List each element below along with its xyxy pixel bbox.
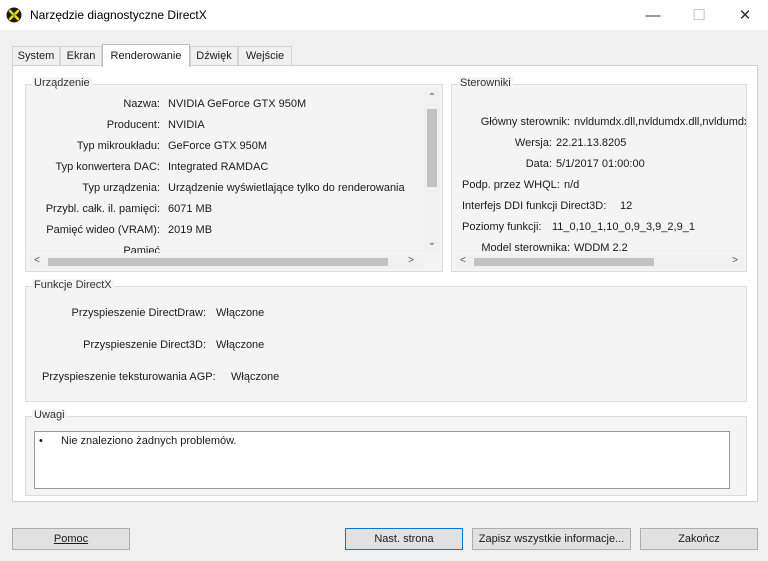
- driver-version-value: 22.21.13.8205: [556, 137, 627, 149]
- maximize-button[interactable]: ☐: [676, 0, 722, 30]
- notes-group-label: Uwagi: [32, 409, 67, 421]
- device-vertical-scrollbar[interactable]: ⌃ ⌄: [424, 91, 440, 253]
- scroll-right-icon[interactable]: >: [728, 255, 742, 266]
- help-button[interactable]: Pomoc: [12, 528, 130, 550]
- driver-model-value: WDDM 2.2: [574, 242, 628, 253]
- drivers-group-label: Sterowniki: [458, 77, 513, 89]
- tab-system[interactable]: System: [12, 46, 60, 65]
- tab-render[interactable]: Renderowanie: [102, 44, 190, 67]
- maximize-icon: ☐: [692, 7, 706, 24]
- device-name-value: NVIDIA GeForce GTX 950M: [168, 98, 307, 110]
- main-driver-label: Główny sterownik:: [480, 116, 570, 128]
- minimize-button[interactable]: —: [630, 0, 676, 30]
- ddi-label: Interfejs DDI funkcji Direct3D:: [462, 200, 607, 212]
- device-type-value: Urządzenie wyświetlające tylko do render…: [168, 182, 405, 194]
- dac-type-value: Integrated RAMDAC: [168, 161, 269, 173]
- whql-label: Podp. przez WHQL:: [462, 179, 560, 191]
- driver-version-label: Wersja:: [514, 137, 552, 149]
- scroll-left-icon[interactable]: <: [456, 255, 470, 266]
- dac-type-label: Typ konwertera DAC:: [55, 161, 160, 173]
- title-bar: Narzędzie diagnostyczne DirectX — ☐ ✕: [0, 0, 768, 30]
- save-all-info-button[interactable]: Zapisz wszystkie informacje...: [472, 528, 631, 550]
- ddi-value: 12: [620, 200, 633, 212]
- device-horizontal-scrollbar[interactable]: < >: [30, 255, 424, 269]
- close-icon: ✕: [738, 7, 752, 24]
- device-vertical-scroll-thumb[interactable]: [427, 109, 437, 187]
- notes-box[interactable]: • Nie znaleziono żadnych problemów.: [34, 431, 730, 489]
- tab-sound[interactable]: Dźwięk: [190, 46, 238, 65]
- feature-levels-value: 11_0,10_1,10_0,9_3,9_2,9_1: [552, 221, 695, 233]
- device-name-label: Nazwa:: [123, 98, 160, 110]
- driver-model-label: Model sterownika:: [481, 242, 570, 253]
- tab-input[interactable]: Wejście: [238, 46, 292, 65]
- device-group-label: Urządzenie: [32, 77, 92, 89]
- help-button-label: Pomoc: [53, 533, 89, 545]
- drivers-info-list: Główny sterownik: nvldumdx.dll,nvldumdx.…: [452, 91, 746, 253]
- directdraw-label: Przyspieszenie DirectDraw:: [71, 307, 206, 319]
- agp-label: Przyspieszenie teksturowania AGP:: [42, 371, 216, 383]
- total-memory-value: 6071 MB: [168, 203, 213, 215]
- exit-button-label: Zakończ: [678, 533, 720, 545]
- notes-item: Nie znaleziono żadnych problemów.: [61, 435, 237, 447]
- manufacturer-label: Producent:: [106, 119, 160, 131]
- chip-type-value: GeForce GTX 950M: [168, 140, 268, 152]
- directx-features-group: Funkcje DirectX Przyspieszenie DirectDra…: [25, 279, 747, 402]
- scroll-left-icon[interactable]: <: [30, 255, 44, 266]
- directdraw-value: Włączone: [216, 307, 265, 319]
- render-tab-panel: Urządzenie Nazwa: NVIDIA GeForce GTX 950…: [12, 65, 758, 502]
- total-memory-label: Przybl. całk. il. pamięci:: [45, 203, 160, 215]
- save-all-info-button-label: Zapisz wszystkie informacje...: [478, 533, 625, 545]
- minimize-icon: —: [645, 6, 661, 24]
- directx-features-group-label: Funkcje DirectX: [32, 279, 114, 291]
- vram-label: Pamięć wideo (VRAM):: [46, 224, 160, 236]
- drivers-horizontal-scroll-thumb[interactable]: [474, 258, 654, 266]
- device-group: Urządzenie Nazwa: NVIDIA GeForce GTX 950…: [25, 77, 443, 272]
- window-title: Narzędzie diagnostyczne DirectX: [30, 8, 207, 22]
- whql-value: n/d: [564, 179, 580, 191]
- drivers-horizontal-scrollbar[interactable]: < >: [456, 255, 744, 269]
- device-horizontal-scroll-thumb[interactable]: [48, 258, 388, 266]
- next-page-button-label: Nast. strona: [374, 533, 434, 545]
- drivers-group: Sterowniki Główny sterownik: nvldumdx.dl…: [451, 77, 747, 272]
- direct3d-label: Przyspieszenie Direct3D:: [83, 339, 206, 351]
- tab-display[interactable]: Ekran: [60, 46, 102, 65]
- scroll-down-icon[interactable]: ⌄: [425, 237, 439, 248]
- notes-group: Uwagi • Nie znaleziono żadnych problemów…: [25, 409, 747, 496]
- close-button[interactable]: ✕: [722, 0, 768, 30]
- device-type-label: Typ urządzenia:: [82, 182, 160, 194]
- driver-date-value: 5/1/2017 01:00:00: [556, 158, 645, 170]
- direct3d-value: Włączone: [216, 339, 265, 351]
- agp-value: Włączone: [231, 371, 280, 383]
- vram-value: 2019 MB: [168, 224, 213, 236]
- directx-app-icon: [6, 7, 22, 23]
- scroll-up-icon[interactable]: ⌃: [425, 92, 439, 103]
- next-page-button[interactable]: Nast. strona: [345, 528, 463, 550]
- driver-date-label: Data:: [525, 158, 552, 170]
- feature-levels-label: Poziomy funkcji:: [462, 221, 542, 233]
- scroll-right-icon[interactable]: >: [404, 255, 418, 266]
- chip-type-label: Typ mikroukładu:: [76, 140, 160, 152]
- main-driver-value: nvldumdx.dll,nvldumdx.dll,nvldumdx.dll: [574, 116, 746, 128]
- shared-memory-label: Pamięć: [123, 245, 160, 253]
- bullet-icon: •: [39, 435, 43, 447]
- manufacturer-value: NVIDIA: [168, 119, 205, 131]
- device-info-list: Nazwa: NVIDIA GeForce GTX 950M Producent…: [26, 91, 422, 253]
- exit-button[interactable]: Zakończ: [640, 528, 758, 550]
